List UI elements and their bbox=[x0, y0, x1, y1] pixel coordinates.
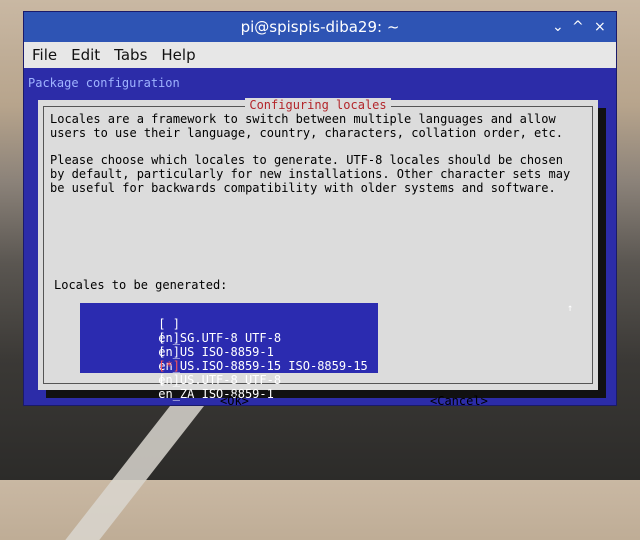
locale-list[interactable]: [ ] en_SG.UTF-8 UTF-8 [ ] en_US ISO-8859… bbox=[80, 303, 378, 401]
ok-button[interactable]: <Ok> bbox=[220, 394, 249, 408]
list-item-label: en_US.ISO-8859-15 ISO-8859-15 bbox=[158, 359, 368, 373]
cancel-button[interactable]: <Cancel> bbox=[430, 394, 488, 408]
menu-tabs[interactable]: Tabs bbox=[114, 46, 147, 64]
minimize-icon[interactable]: ⌄ bbox=[552, 20, 564, 34]
dialog-paragraph-2: Please choose which locales to generate.… bbox=[50, 153, 571, 195]
dialog-title: Configuring locales bbox=[245, 98, 391, 112]
menubar: File Edit Tabs Help bbox=[24, 42, 616, 68]
dialog-paragraph-1: Locales are a framework to switch betwee… bbox=[50, 112, 563, 140]
backtitle: Package configuration bbox=[28, 76, 180, 90]
close-icon[interactable]: × bbox=[594, 20, 606, 34]
titlebar: pi@spispis-diba29: ~ ⌄ ^ × bbox=[24, 12, 616, 42]
checkbox[interactable]: [ ] bbox=[158, 345, 180, 359]
checkbox[interactable]: [ ] bbox=[158, 331, 180, 345]
scrollbar[interactable]: ↑ bbox=[565, 303, 575, 373]
terminal-area: Package configuration Configuring locale… bbox=[24, 68, 616, 408]
scroll-up-icon[interactable]: ↑ bbox=[565, 303, 575, 314]
window-title: pi@spispis-diba29: ~ bbox=[240, 18, 400, 36]
checkbox[interactable]: [ ] bbox=[158, 317, 180, 331]
list-item[interactable]: [ ] en_SG.UTF-8 UTF-8 bbox=[80, 303, 378, 345]
dialog-buttons: <Ok> <Cancel> bbox=[38, 394, 598, 412]
dialog: Configuring locales Locales are a framew… bbox=[38, 98, 598, 408]
menu-file[interactable]: File bbox=[32, 46, 57, 64]
list-label: Locales to be generated: bbox=[54, 278, 228, 292]
terminal-window: pi@spispis-diba29: ~ ⌄ ^ × File Edit Tab… bbox=[24, 12, 616, 408]
maximize-icon[interactable]: ^ bbox=[572, 20, 584, 34]
dialog-title-wrap: Configuring locales bbox=[38, 98, 598, 112]
menu-help[interactable]: Help bbox=[161, 46, 195, 64]
checkbox[interactable]: [*] bbox=[158, 359, 180, 373]
menu-edit[interactable]: Edit bbox=[71, 46, 100, 64]
checkbox[interactable]: [ ] bbox=[158, 373, 180, 387]
background-road-line bbox=[65, 400, 209, 540]
